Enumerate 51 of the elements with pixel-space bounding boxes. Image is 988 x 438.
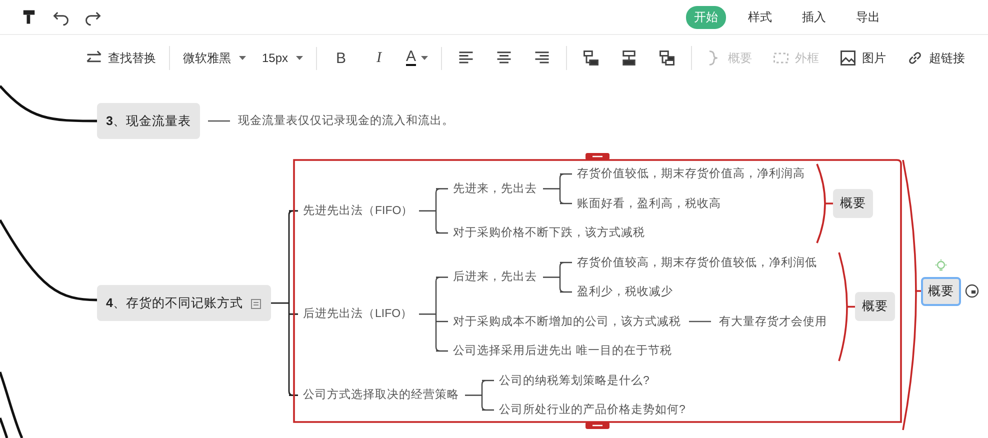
summary-node[interactable]: 概要 bbox=[855, 292, 895, 322]
topic-text[interactable]: 对于采购成本不断增加的公司，该方式减税 bbox=[453, 314, 681, 330]
font-color-button[interactable]: A bbox=[402, 47, 432, 69]
tab[interactable]: 导出 bbox=[848, 6, 888, 28]
find-replace-button[interactable]: 查找替换 bbox=[81, 46, 160, 70]
topic-text[interactable]: 后进先出法（LIFO） bbox=[303, 306, 413, 322]
branch-connector bbox=[464, 380, 495, 411]
structure-icon[interactable] bbox=[620, 49, 638, 67]
topic-label: 4、存货的不同记账方式 bbox=[106, 295, 243, 312]
topic-text[interactable]: 存货价值较高，期末存货价值较低，净利润低 bbox=[577, 254, 817, 270]
tab[interactable]: 样式 bbox=[740, 6, 780, 28]
summary-node[interactable]: 概要 bbox=[833, 189, 873, 218]
topic-text[interactable]: 后进来，先出去 bbox=[453, 269, 537, 286]
summary-node[interactable]: 概要 bbox=[921, 276, 961, 306]
tab[interactable]: 插入 bbox=[794, 6, 834, 28]
branch-connector bbox=[542, 173, 573, 204]
caret-icon bbox=[421, 56, 428, 60]
topic-text[interactable]: 公司所处行业的产品价格走势如何? bbox=[499, 402, 686, 418]
topic-node[interactable]: 3、现金流量表 bbox=[97, 103, 200, 139]
image-icon bbox=[839, 49, 858, 67]
topic-label: 3、现金流量表 bbox=[106, 113, 191, 129]
topic-text[interactable]: 盈利少，税收减少 bbox=[577, 284, 673, 300]
collapse-handle[interactable] bbox=[586, 153, 610, 160]
circle-badge-icon[interactable] bbox=[965, 284, 979, 298]
italic-button[interactable]: I bbox=[364, 46, 394, 70]
connector-line bbox=[208, 120, 230, 122]
image-button[interactable]: 图片 bbox=[835, 46, 890, 70]
hyperlink-button[interactable]: 超链接 bbox=[902, 46, 970, 70]
connector-line bbox=[689, 320, 711, 322]
topic-text[interactable]: 对于采购价格不断下跌，该方式减税 bbox=[453, 225, 645, 241]
topic-node[interactable]: 4、存货的不同记账方式 bbox=[97, 285, 271, 322]
branch-connector bbox=[418, 188, 449, 234]
caret-icon bbox=[239, 56, 246, 60]
topic-text[interactable]: 先进先出法（FIFO） bbox=[303, 202, 414, 219]
caret-icon bbox=[296, 56, 304, 60]
topic-text[interactable]: 存货价值较低，期末存货价值高，净利润高 bbox=[577, 166, 805, 182]
font-dropdown[interactable]: 15px bbox=[258, 48, 308, 68]
structure-icon[interactable] bbox=[582, 49, 600, 67]
note-text: 现金流量表仅仅记录现金的流入和流出。 bbox=[238, 113, 454, 129]
note-text: 有大量存货才会使用 bbox=[719, 314, 827, 330]
topic-text[interactable]: 账面好看，盈利高，税收高 bbox=[577, 196, 721, 212]
note-icon[interactable] bbox=[248, 296, 262, 310]
topic-text[interactable]: 公司的纳税筹划策略是什么? bbox=[499, 372, 650, 388]
topic-text[interactable]: 先进来，先出去 bbox=[453, 180, 537, 197]
collapse-handle[interactable] bbox=[586, 422, 610, 429]
topic-text[interactable]: 公司方式选择取决的经营策略 bbox=[303, 387, 459, 404]
structure-icon[interactable] bbox=[658, 49, 676, 67]
topic-text[interactable]: 公司选择采用后进先出 唯一目的在于节税 bbox=[453, 343, 672, 359]
branch-connector bbox=[542, 262, 573, 293]
font-dropdown[interactable]: 微软雅黑 bbox=[179, 46, 250, 70]
bold-button[interactable]: B bbox=[326, 46, 356, 70]
